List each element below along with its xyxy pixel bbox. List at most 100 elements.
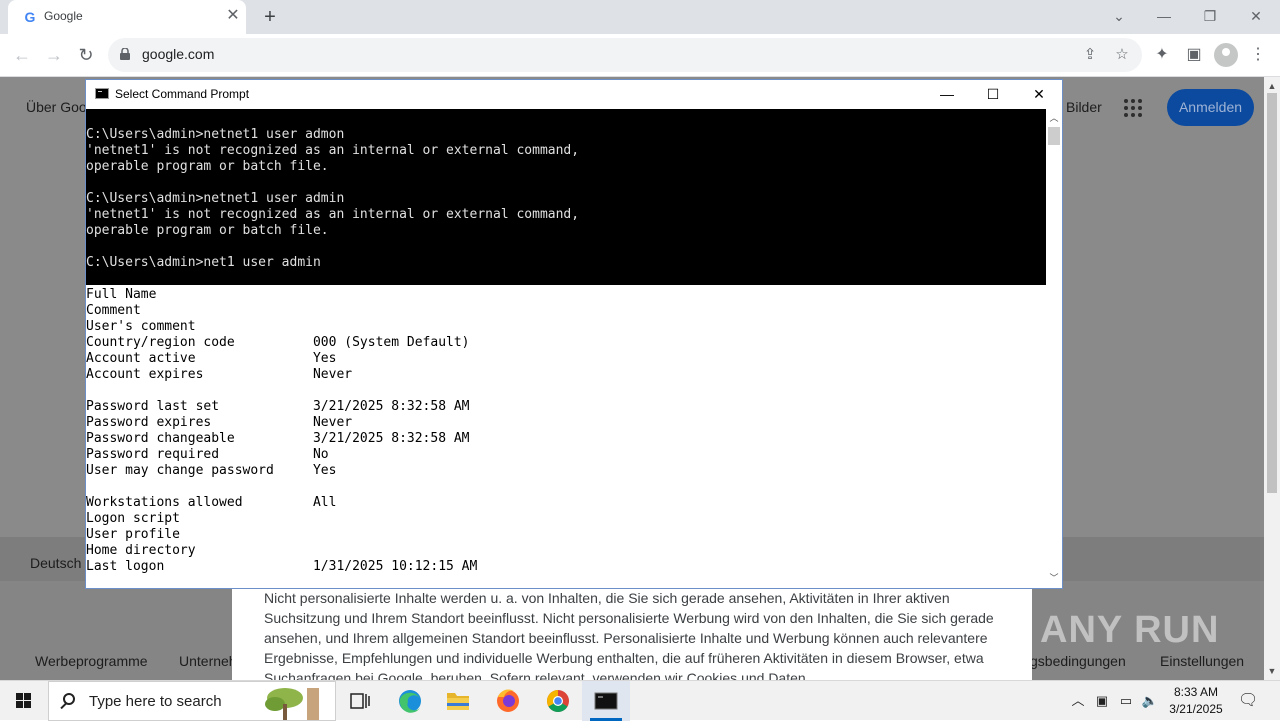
console-line: User may change password Yes (86, 463, 337, 478)
profile-avatar[interactable] (1214, 43, 1238, 67)
new-tab-button[interactable]: + (258, 5, 282, 29)
console-line: operable program or batch file. (86, 223, 329, 238)
chrome-icon (547, 690, 569, 712)
console-line: User name admin (86, 271, 353, 286)
chrome-taskbar-button[interactable] (532, 681, 580, 721)
console-line: 'netnet1' is not recognized as an intern… (86, 207, 580, 222)
file-explorer-taskbar-button[interactable] (434, 681, 482, 721)
back-button[interactable]: ← (10, 43, 34, 67)
cmd-taskbar-button[interactable] (582, 681, 630, 721)
browser-tab[interactable]: G Google ✕ (8, 0, 246, 34)
console-line: Country/region code 000 (System Default) (86, 335, 470, 350)
firefox-icon (497, 689, 519, 712)
console-line: Account expires Never (86, 367, 353, 382)
cmd-title: Select Command Prompt (115, 87, 250, 101)
cmd-scroll-thumb[interactable] (1048, 127, 1060, 145)
country-label: Deutsch (30, 555, 82, 571)
console-line: Workstations allowed All (86, 495, 337, 510)
console-line: C:\Users\admin>net1 user admin (86, 255, 321, 270)
consent-dialog: Nicht personalisierte Inhalte werden u. … (232, 588, 1032, 686)
signin-button[interactable]: Anmelden (1167, 89, 1254, 126)
cmd-console[interactable]: C:\Users\admin>netnet1 user admon 'netne… (86, 109, 1046, 588)
footer-link-business[interactable]: Unterneh (179, 653, 237, 669)
command-prompt-window[interactable]: Select Command Prompt — ☐ ✕ C:\Users\adm… (85, 79, 1063, 589)
tab-strip: G Google ✕ + ⌄ — ❐ ✕ (0, 0, 1280, 34)
network-icon[interactable]: ▭ (1117, 691, 1135, 711)
footer-link-ads[interactable]: Werbeprogramme (35, 653, 148, 669)
windows-start-button[interactable] (0, 681, 48, 721)
tab-search-icon[interactable]: ⌄ (1107, 6, 1131, 26)
console-line: Password last set 3/21/2025 8:32:58 AM (86, 399, 470, 414)
footer-link-settings[interactable]: Einstellungen (1160, 653, 1244, 669)
page-scroll-thumb[interactable] (1267, 93, 1277, 493)
tray-device-icon[interactable]: ▣ (1093, 691, 1111, 711)
scroll-down-arrow-icon[interactable]: ▼ (1264, 664, 1280, 678)
images-link[interactable]: Bilder (1066, 99, 1102, 115)
tab-title: Google (44, 9, 83, 23)
console-line: 'netnet1' is not recognized as an intern… (86, 143, 580, 158)
taskbar: Type here to search ︿ ▣ ▭ 🔈 8:33 AM 3/21… (0, 680, 1280, 721)
page-scrollbar[interactable]: ▲ ▼ (1264, 77, 1280, 680)
consent-text: Nicht personalisierte Inhalte werden u. … (264, 590, 994, 686)
firefox-taskbar-button[interactable] (484, 681, 532, 721)
taskbar-search-box[interactable]: Type here to search (48, 681, 336, 721)
google-favicon-icon: G (24, 9, 36, 25)
console-line: User profile (86, 527, 180, 542)
browser-toolbar: ← → ↻ google.com ⇪ ☆ ✦ ▣ ⋮ (0, 34, 1280, 77)
task-view-button[interactable] (336, 681, 384, 721)
cmd-icon (594, 692, 618, 710)
cmd-scroll-up-icon[interactable]: ︿ (1046, 111, 1062, 125)
share-icon[interactable]: ⇪ (1080, 45, 1100, 65)
edge-taskbar-button[interactable] (386, 681, 434, 721)
forward-button[interactable]: → (42, 43, 66, 67)
tab-close-icon[interactable]: ✕ (224, 7, 242, 25)
notifications-icon[interactable]: 🗨 (1238, 691, 1258, 711)
edge-icon (399, 690, 421, 713)
cmd-minimize-button[interactable]: — (924, 80, 970, 109)
clock-date: 3/21/2025 (1169, 702, 1223, 716)
search-placeholder: Type here to search (89, 693, 222, 710)
task-view-icon (350, 693, 370, 709)
about-link[interactable]: Über Goo (26, 99, 87, 115)
console-line: Home directory (86, 543, 196, 558)
side-panel-icon[interactable]: ▣ (1182, 43, 1206, 67)
bookmark-star-icon[interactable]: ☆ (1112, 45, 1132, 65)
console-line: Password expires Never (86, 415, 353, 430)
console-line: Password changeable 3/21/2025 8:32:58 AM (86, 431, 470, 446)
console-line: Password required No (86, 447, 329, 462)
extensions-icon[interactable]: ✦ (1150, 43, 1174, 67)
console-line: C:\Users\admin>netnet1 user admon (86, 127, 345, 142)
address-bar[interactable]: google.com ⇪ ☆ (108, 38, 1142, 72)
console-line: operable program or batch file. (86, 159, 329, 174)
cmd-app-icon (95, 88, 109, 99)
taskbar-clock[interactable]: 8:33 AM 3/21/2025 (1160, 684, 1232, 718)
apps-grid-icon[interactable] (1124, 99, 1142, 117)
window-restore-button[interactable]: ❐ (1198, 6, 1222, 26)
reload-button[interactable]: ↻ (74, 43, 98, 67)
cmd-maximize-button[interactable]: ☐ (970, 80, 1016, 109)
clock-time: 8:33 AM (1173, 685, 1219, 699)
scroll-up-arrow-icon[interactable]: ▲ (1264, 79, 1280, 93)
console-line: User's comment (86, 319, 196, 334)
window-minimize-button[interactable]: — (1152, 6, 1176, 26)
console-line: Logon script (86, 511, 180, 526)
cmd-titlebar[interactable]: Select Command Prompt — ☐ ✕ (86, 80, 1062, 109)
volume-icon[interactable]: 🔈 (1141, 691, 1159, 711)
cmd-close-button[interactable]: ✕ (1016, 80, 1062, 109)
cmd-scrollbar[interactable]: ︿ ﹀ (1046, 109, 1062, 588)
tray-overflow-chevron-icon[interactable]: ︿ (1069, 691, 1087, 711)
console-line: C:\Users\admin>netnet1 user admin (86, 191, 345, 206)
url-text: google.com (142, 46, 215, 62)
folder-icon (447, 693, 469, 710)
cmd-scroll-down-icon[interactable]: ﹀ (1046, 571, 1062, 585)
console-line: Comment (86, 303, 141, 318)
console-line: Account active Yes (86, 351, 337, 366)
footer-link-terms[interactable]: gsbedingungen (1030, 653, 1126, 669)
menu-kebab-icon[interactable]: ⋮ (1246, 43, 1270, 67)
console-line: Full Name (86, 287, 157, 302)
window-close-button[interactable]: ✕ (1244, 6, 1268, 26)
